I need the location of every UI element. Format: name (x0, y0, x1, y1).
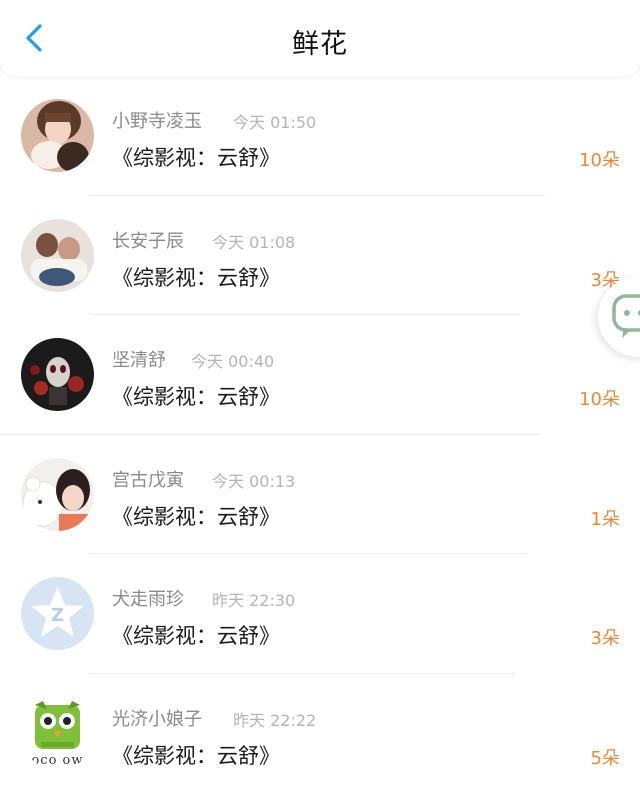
book-title[interactable]: 《综影视：云舒》 (112, 501, 280, 531)
flower-count: 5朵 (590, 747, 620, 769)
list-item[interactable]: oco ow 光济小娘子 昨天 22:22 《综影视：云舒》 5朵 (0, 674, 640, 794)
list-item[interactable]: 坚清舒 今天 00:40 《综影视：云舒》 10朵 (0, 315, 640, 435)
list-item[interactable]: 小野寺凌玉 今天 01:50 《综影视：云舒》 10朵 (0, 76, 640, 196)
book-title[interactable]: 《综影视：云舒》 (112, 740, 280, 770)
list-item[interactable]: 长安子辰 今天 01:08 《综影视：云舒》 3朵 (0, 196, 640, 315)
chat-bubble-icon (612, 294, 640, 338)
avatar-logo-text: oco ow (31, 752, 84, 768)
top-bar: 鲜花 (0, 0, 640, 76)
avatar[interactable] (21, 338, 94, 411)
book-title[interactable]: 《综影视：云舒》 (112, 262, 280, 292)
book-title[interactable]: 《综影视：云舒》 (112, 381, 280, 411)
user-name[interactable]: 长安子辰 (112, 227, 184, 253)
user-name[interactable]: 坚清舒 (112, 346, 166, 372)
flower-count: 10朵 (579, 389, 620, 410)
book-title[interactable]: 《综影视：云舒》 (112, 142, 280, 172)
gift-time: 昨天 22:22 (233, 710, 317, 730)
list-item[interactable]: Z 犬走雨珍 昨天 22:30 《综影视：云舒》 3朵 (0, 554, 640, 674)
avatar[interactable]: oco ow (21, 696, 94, 770)
svg-text:Z: Z (51, 605, 64, 626)
avatar[interactable] (21, 218, 94, 292)
gift-time: 今天 00:13 (212, 471, 296, 491)
page-title: 鲜花 (292, 29, 348, 60)
flower-gift-list: 小野寺凌玉 今天 01:50 《综影视：云舒》 10朵 长安子辰 今天 01:0… (0, 76, 640, 793)
user-name[interactable]: 小野寺凌玉 (112, 107, 202, 133)
user-name[interactable]: 宫古戊寅 (112, 466, 184, 492)
user-name[interactable]: 光济小娘子 (112, 705, 202, 731)
flower-count: 10朵 (579, 150, 620, 171)
gift-time: 昨天 22:30 (212, 591, 296, 610)
avatar[interactable] (21, 457, 94, 531)
gift-time: 今天 01:08 (212, 232, 296, 252)
book-title[interactable]: 《综影视：云舒》 (112, 620, 280, 650)
flower-count: 3朵 (590, 628, 620, 649)
list-item[interactable]: 宫古戊寅 今天 00:13 《综影视：云舒》 1朵 (0, 435, 640, 554)
user-name[interactable]: 犬走雨珍 (112, 585, 184, 611)
gift-time: 今天 01:50 (233, 113, 317, 132)
avatar[interactable]: Z (21, 577, 94, 650)
gift-time: 今天 00:40 (191, 352, 275, 371)
flower-count: 1朵 (590, 508, 620, 530)
avatar[interactable] (21, 99, 94, 172)
